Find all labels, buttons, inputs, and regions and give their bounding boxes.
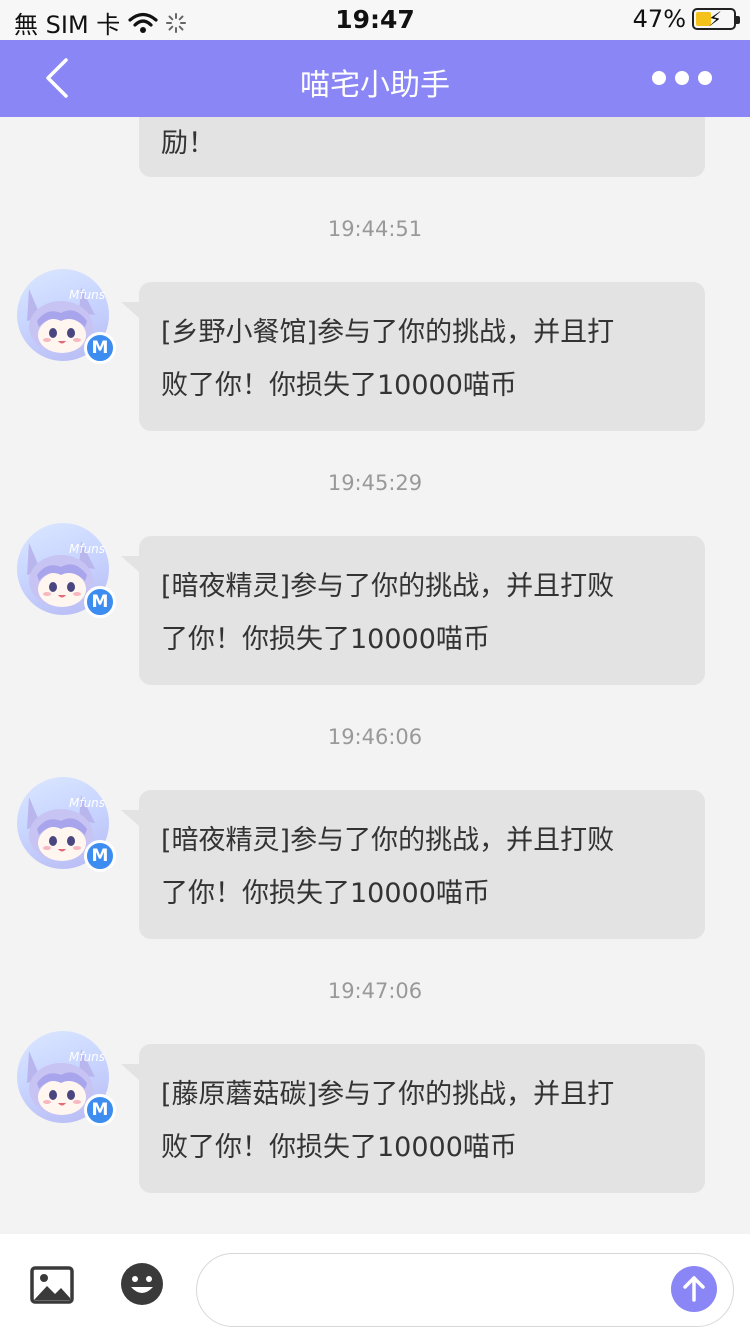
image-icon	[30, 1266, 74, 1304]
verified-badge-icon: M	[84, 332, 116, 364]
message-bubble[interactable]: [暗夜精灵]参与了你的挑战，并且打败 了你！你损失了10000喵币	[121, 790, 705, 939]
more-dot-icon	[652, 71, 666, 85]
avatar[interactable]: Mfuns M	[17, 777, 116, 872]
svg-text:Mfuns: Mfuns	[69, 1050, 105, 1064]
svg-text:Mfuns: Mfuns	[69, 796, 105, 810]
image-button[interactable]	[30, 1266, 74, 1304]
avatar[interactable]: Mfuns M	[17, 1031, 116, 1126]
avatar[interactable]: Mfuns M	[17, 523, 116, 618]
message-timestamp: 19:45:29	[327, 471, 423, 495]
verified-badge-icon: M	[84, 1094, 116, 1126]
emoji-button[interactable]	[120, 1262, 164, 1306]
more-options-button[interactable]	[652, 68, 712, 88]
message-text-line: 败了你！你损失了10000喵币	[161, 370, 517, 401]
emoji-icon	[121, 1263, 163, 1305]
message-timestamp: 19:46:06	[327, 725, 423, 749]
send-button[interactable]	[671, 1266, 717, 1312]
input-bar	[0, 1234, 750, 1334]
charging-bolt-icon: ⚡	[708, 7, 723, 31]
message-text-line: 败了你！你损失了10000喵币	[161, 1132, 517, 1163]
svg-text:Mfuns: Mfuns	[69, 288, 105, 302]
message-bubble[interactable]: [乡野小餐馆]参与了你的挑战，并且打 败了你！你损失了10000喵币	[121, 282, 705, 431]
page-title: 喵宅小助手	[300, 68, 450, 103]
message-text: 励！	[161, 128, 215, 159]
message-text-line: [藤原蘑菇碳]参与了你的挑战，并且打	[161, 1079, 615, 1110]
message-text-line: [暗夜精灵]参与了你的挑战，并且打败	[161, 825, 615, 856]
message-input[interactable]	[196, 1253, 734, 1327]
message-text-line: [暗夜精灵]参与了你的挑战，并且打败	[161, 571, 615, 602]
chat-area[interactable]: 励！ 19:44:51 Mfuns M [乡野小餐馆]参与了你的挑战，并且打 败…	[0, 117, 750, 1234]
message-text-line: 了你！你损失了10000喵币	[161, 624, 490, 655]
avatar[interactable]: Mfuns M	[17, 269, 116, 364]
arrow-up-icon	[683, 1276, 705, 1302]
message-timestamp: 19:47:06	[327, 979, 423, 1003]
status-bar: 無 SIM 卡 19:47 47% ⚡	[0, 0, 750, 40]
more-dot-icon	[698, 71, 712, 85]
message-bubble[interactable]: [暗夜精灵]参与了你的挑战，并且打败 了你！你损失了10000喵币	[121, 536, 705, 685]
message-timestamp: 19:44:51	[327, 217, 423, 241]
svg-text:Mfuns: Mfuns	[69, 542, 105, 556]
verified-badge-icon: M	[84, 586, 116, 618]
message-bubble[interactable]: [藤原蘑菇碳]参与了你的挑战，并且打 败了你！你损失了10000喵币	[121, 1044, 705, 1193]
message-text-line: 了你！你损失了10000喵币	[161, 878, 490, 909]
message-bubble-partial: 励！	[139, 117, 705, 177]
verified-badge-icon: M	[84, 840, 116, 872]
status-right: 47% ⚡	[632, 5, 740, 33]
message-text-line: [乡野小餐馆]参与了你的挑战，并且打	[161, 317, 615, 348]
battery-icon: ⚡	[692, 7, 740, 31]
nav-bar: 喵宅小助手	[0, 40, 750, 117]
battery-percent: 47%	[632, 5, 686, 33]
more-dot-icon	[675, 71, 689, 85]
